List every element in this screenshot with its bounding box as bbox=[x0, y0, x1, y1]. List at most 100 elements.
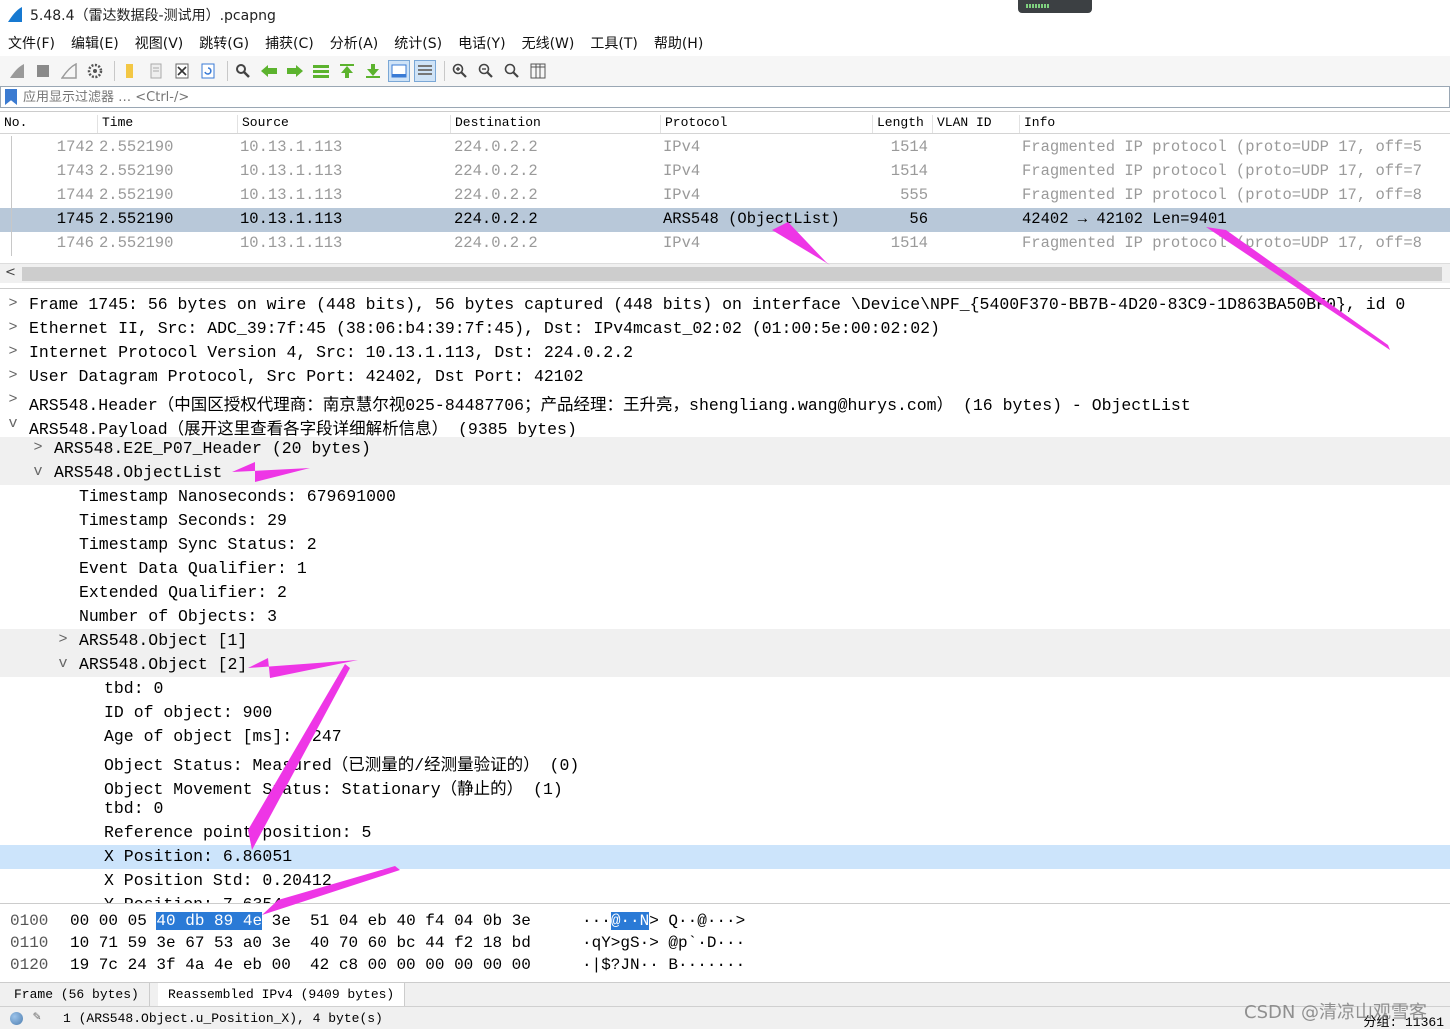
restart-fin-icon[interactable] bbox=[58, 60, 80, 82]
packet-row-selected[interactable]: 1745 2.552190 10.13.1.113 224.0.2.2 ARS5… bbox=[0, 208, 1450, 232]
file-icon[interactable] bbox=[145, 60, 167, 82]
search-icon[interactable] bbox=[232, 60, 254, 82]
collapse-icon: v bbox=[58, 655, 68, 672]
expert-info-icon[interactable] bbox=[10, 1012, 23, 1025]
zoom-in-icon[interactable] bbox=[449, 60, 471, 82]
bytes-row[interactable]: 0120 19 7c 24 3f 4a 4e eb 00 42 c8 00 00… bbox=[0, 954, 1450, 976]
tree-item-ars548-header[interactable]: > ARS548.Header（中国区授权代理商：南京慧尔视025-8448770… bbox=[0, 389, 1450, 415]
menu-telephony[interactable]: 电话(Y) bbox=[458, 33, 505, 53]
zoom-normal-icon[interactable] bbox=[501, 60, 523, 82]
display-filter-bar bbox=[0, 86, 1450, 108]
expand-icon: > bbox=[8, 295, 18, 312]
menu-bar: 文件(F) 编辑(E) 视图(V) 跳转(G) 捕获(C) 分析(A) 统计(S… bbox=[0, 30, 1450, 56]
tree-item-e2e-header[interactable]: > ARS548.E2E_P07_Header (20 bytes) bbox=[0, 437, 1450, 461]
tree-item-objectlist[interactable]: v ARS548.ObjectList bbox=[0, 461, 1450, 485]
menu-wireless[interactable]: 无线(W) bbox=[522, 33, 575, 53]
tree-item-ethernet[interactable]: > Ethernet II, Src: ADC_39:7f:45 (38:06:b… bbox=[0, 317, 1450, 341]
collapse-icon: v bbox=[8, 415, 18, 432]
collapse-icon: v bbox=[33, 463, 43, 480]
tab-frame-bytes[interactable]: Frame (56 bytes) bbox=[4, 983, 150, 1007]
edit-comment-icon[interactable]: ✎ bbox=[33, 1009, 41, 1024]
performance-widget bbox=[1018, 0, 1092, 13]
menu-tools[interactable]: 工具(T) bbox=[590, 33, 637, 53]
watermark: CSDN @清凉山观雪客 bbox=[1244, 1002, 1428, 1023]
reload-icon[interactable] bbox=[197, 60, 219, 82]
menu-file[interactable]: 文件(F) bbox=[8, 33, 55, 53]
column-length[interactable]: Length bbox=[872, 115, 924, 133]
tree-item-ars548-payload[interactable]: v ARS548.Payload（展开这里查看各字段详细解析信息） (9385 b… bbox=[0, 413, 1450, 439]
tree-field[interactable]: Reference point position: 5 bbox=[0, 821, 1450, 845]
column-protocol[interactable]: Protocol bbox=[660, 115, 727, 133]
column-destination[interactable]: Destination bbox=[450, 115, 541, 133]
column-no[interactable]: No. bbox=[0, 115, 27, 133]
menu-capture[interactable]: 捕获(C) bbox=[265, 33, 314, 53]
packet-details-tree: > Frame 1745: 56 bytes on wire (448 bits)… bbox=[0, 288, 1450, 904]
tree-field[interactable]: Timestamp Seconds: 29 bbox=[0, 509, 1450, 533]
tree-field[interactable]: Y Position: 7.63540 bbox=[0, 893, 1450, 903]
zoom-out-icon[interactable] bbox=[475, 60, 497, 82]
tree-item-object-1[interactable]: > ARS548.Object [1] bbox=[0, 629, 1450, 653]
byte-source-tabs: Frame (56 bytes) Reassembled IPv4 (9409 … bbox=[0, 982, 1450, 1007]
tree-field[interactable]: ID of object: 900 bbox=[0, 701, 1450, 725]
selected-bytes: 40 db 89 4e bbox=[156, 912, 263, 930]
menu-analyze[interactable]: 分析(A) bbox=[330, 33, 379, 53]
expand-icon: > bbox=[33, 439, 43, 456]
shark-fin-start-icon[interactable] bbox=[6, 60, 28, 82]
tree-field[interactable]: Event Data Qualifier: 1 bbox=[0, 557, 1450, 581]
tree-field[interactable]: X Position Std: 0.20412 bbox=[0, 869, 1450, 893]
packet-list-header: No. Time Source Destination Protocol Len… bbox=[0, 112, 1450, 134]
go-to-packet-icon[interactable] bbox=[310, 60, 332, 82]
packet-list-horizontal-scrollbar[interactable]: < bbox=[0, 263, 1450, 283]
tree-field[interactable]: Extended Qualifier: 2 bbox=[0, 581, 1450, 605]
column-vlan-id[interactable]: VLAN ID bbox=[932, 115, 992, 133]
go-back-icon[interactable] bbox=[258, 60, 280, 82]
autoscroll-icon[interactable] bbox=[388, 60, 410, 82]
tree-item-frame[interactable]: > Frame 1745: 56 bytes on wire (448 bits)… bbox=[0, 293, 1450, 317]
tree-field[interactable]: Object Movement Status: Stationary（静止的） … bbox=[0, 773, 1450, 799]
menu-edit[interactable]: 编辑(E) bbox=[71, 33, 119, 53]
folder-open-icon[interactable] bbox=[119, 60, 141, 82]
menu-go[interactable]: 跳转(G) bbox=[199, 33, 249, 53]
scroll-left-icon[interactable]: < bbox=[5, 265, 16, 280]
tree-field-selected[interactable]: X Position: 6.86051 bbox=[0, 845, 1450, 869]
tree-field[interactable]: Object Status: Measured（已测量的/经测量验证的） (0) bbox=[0, 749, 1450, 775]
tree-item-udp[interactable]: > User Datagram Protocol, Src Port: 42402… bbox=[0, 365, 1450, 389]
packet-row[interactable]: 1743 2.552190 10.13.1.113 224.0.2.2 IPv4… bbox=[0, 160, 1450, 184]
tree-item-ipv4[interactable]: > Internet Protocol Version 4, Src: 10.13… bbox=[0, 341, 1450, 365]
packet-row[interactable]: 1744 2.552190 10.13.1.113 224.0.2.2 IPv4… bbox=[0, 184, 1450, 208]
column-time[interactable]: Time bbox=[97, 115, 133, 133]
bytes-row[interactable]: 0100 00 00 05 40 db 89 4e 3e 51 04 eb 40… bbox=[0, 910, 1450, 932]
wireshark-fin-icon bbox=[8, 7, 22, 22]
tree-field[interactable]: Number of Objects: 3 bbox=[0, 605, 1450, 629]
tree-field[interactable]: Age of object [ms]: 4247 bbox=[0, 725, 1450, 749]
tree-field[interactable]: Timestamp Nanoseconds: 679691000 bbox=[0, 485, 1450, 509]
packet-list: No. Time Source Destination Protocol Len… bbox=[0, 111, 1450, 263]
bytes-row[interactable]: 0110 10 71 59 3e 67 53 a0 3e 40 70 60 bc… bbox=[0, 932, 1450, 954]
last-packet-icon[interactable] bbox=[362, 60, 384, 82]
tree-field[interactable]: tbd: 0 bbox=[0, 677, 1450, 701]
packet-row[interactable]: 1742 2.552190 10.13.1.113 224.0.2.2 IPv4… bbox=[0, 136, 1450, 160]
first-packet-icon[interactable] bbox=[336, 60, 358, 82]
menu-statistics[interactable]: 统计(S) bbox=[394, 33, 442, 53]
tab-reassembled-ipv4[interactable]: Reassembled IPv4 (9409 bytes) bbox=[158, 983, 406, 1007]
bookmark-icon[interactable] bbox=[5, 89, 17, 105]
expand-icon: > bbox=[58, 631, 68, 648]
gear-options-icon[interactable] bbox=[84, 60, 106, 82]
column-info[interactable]: Info bbox=[1019, 115, 1055, 133]
display-filter-input[interactable] bbox=[23, 89, 1423, 105]
column-source[interactable]: Source bbox=[237, 115, 289, 133]
tree-field[interactable]: tbd: 0 bbox=[0, 797, 1450, 821]
status-bar: ✎ 1 (ARS548.Object.u_Position_X), 4 byte… bbox=[0, 1006, 1450, 1029]
colorize-icon[interactable] bbox=[414, 60, 436, 82]
close-file-icon[interactable] bbox=[171, 60, 193, 82]
packet-row[interactable]: 1746 2.552190 10.13.1.113 224.0.2.2 IPv4… bbox=[0, 232, 1450, 256]
main-toolbar bbox=[0, 56, 1450, 86]
scrollbar-thumb[interactable] bbox=[22, 267, 1442, 281]
tree-field[interactable]: Timestamp Sync Status: 2 bbox=[0, 533, 1450, 557]
menu-help[interactable]: 帮助(H) bbox=[654, 33, 703, 53]
menu-view[interactable]: 视图(V) bbox=[135, 33, 184, 53]
go-forward-icon[interactable] bbox=[284, 60, 306, 82]
tree-item-object-2[interactable]: v ARS548.Object [2] bbox=[0, 653, 1450, 677]
resize-columns-icon[interactable] bbox=[527, 60, 549, 82]
stop-square-icon[interactable] bbox=[32, 60, 54, 82]
